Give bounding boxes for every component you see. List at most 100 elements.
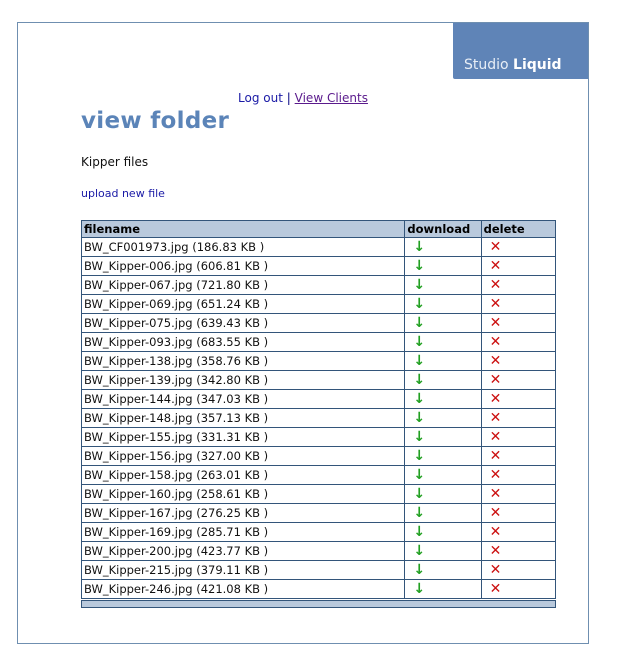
delete-cell: ✕ — [481, 579, 555, 598]
delete-x-icon[interactable]: ✕ — [490, 506, 502, 520]
filename-cell: BW_Kipper-075.jpg (639.43 KB ) — [82, 313, 406, 332]
download-cell: ↓ — [405, 446, 482, 465]
view-clients-link[interactable]: View Clients — [295, 91, 368, 105]
download-cell: ↓ — [405, 351, 482, 370]
brand-prefix: Studio — [464, 57, 509, 73]
filename-cell: BW_Kipper-215.jpg (379.11 KB ) — [82, 560, 406, 579]
table-row: BW_Kipper-069.jpg (651.24 KB ) ↓ ✕ — [82, 294, 555, 313]
studio-liquid-logo: Studio Liquid — [453, 23, 588, 79]
filename-header: filename — [82, 221, 406, 238]
page-title: view folder — [81, 108, 230, 134]
delete-cell: ✕ — [481, 313, 555, 332]
brand-name: Liquid — [513, 57, 562, 73]
delete-header: delete — [481, 221, 555, 238]
filename-cell: BW_Kipper-167.jpg (276.25 KB ) — [82, 503, 406, 522]
delete-x-icon[interactable]: ✕ — [490, 297, 502, 311]
download-cell: ↓ — [405, 294, 482, 313]
download-cell: ↓ — [405, 408, 482, 427]
delete-x-icon[interactable]: ✕ — [490, 316, 502, 330]
delete-x-icon[interactable]: ✕ — [490, 240, 502, 254]
table-header-row: filename download delete — [82, 221, 555, 238]
download-arrow-icon[interactable]: ↓ — [413, 544, 425, 558]
download-cell: ↓ — [405, 427, 482, 446]
download-arrow-icon[interactable]: ↓ — [413, 316, 425, 330]
delete-x-icon[interactable]: ✕ — [490, 563, 502, 577]
delete-cell: ✕ — [481, 503, 555, 522]
download-arrow-icon[interactable]: ↓ — [413, 335, 425, 349]
delete-x-icon[interactable]: ✕ — [490, 487, 502, 501]
filename-cell: BW_Kipper-169.jpg (285.71 KB ) — [82, 522, 406, 541]
download-arrow-icon[interactable]: ↓ — [413, 392, 425, 406]
delete-cell: ✕ — [481, 446, 555, 465]
download-arrow-icon[interactable]: ↓ — [413, 297, 425, 311]
download-arrow-icon[interactable]: ↓ — [413, 449, 425, 463]
filename-cell: BW_Kipper-246.jpg (421.08 KB ) — [82, 579, 406, 598]
table-footer-bar — [81, 600, 556, 608]
download-arrow-icon[interactable]: ↓ — [413, 563, 425, 577]
delete-x-icon[interactable]: ✕ — [490, 449, 502, 463]
delete-x-icon[interactable]: ✕ — [490, 525, 502, 539]
delete-cell: ✕ — [481, 389, 555, 408]
files-table: filename download delete BW_CF001973.jpg… — [81, 220, 556, 599]
download-header: download — [405, 221, 482, 238]
delete-x-icon[interactable]: ✕ — [490, 259, 502, 273]
filename-cell: BW_Kipper-006.jpg (606.81 KB ) — [82, 256, 406, 275]
delete-cell: ✕ — [481, 275, 555, 294]
download-cell: ↓ — [405, 560, 482, 579]
filename-cell: BW_Kipper-093.jpg (683.55 KB ) — [82, 332, 406, 351]
download-cell: ↓ — [405, 238, 482, 256]
delete-cell: ✕ — [481, 465, 555, 484]
filename-cell: BW_CF001973.jpg (186.83 KB ) — [82, 238, 406, 256]
table-row: BW_Kipper-139.jpg (342.80 KB ) ↓ ✕ — [82, 370, 555, 389]
delete-x-icon[interactable]: ✕ — [490, 392, 502, 406]
download-arrow-icon[interactable]: ↓ — [413, 487, 425, 501]
delete-x-icon[interactable]: ✕ — [490, 278, 502, 292]
delete-x-icon[interactable]: ✕ — [490, 582, 502, 596]
download-arrow-icon[interactable]: ↓ — [413, 354, 425, 368]
filename-cell: BW_Kipper-148.jpg (357.13 KB ) — [82, 408, 406, 427]
table-row: BW_Kipper-156.jpg (327.00 KB ) ↓ ✕ — [82, 446, 555, 465]
delete-x-icon[interactable]: ✕ — [490, 544, 502, 558]
delete-x-icon[interactable]: ✕ — [490, 468, 502, 482]
table-row: BW_Kipper-200.jpg (423.77 KB ) ↓ ✕ — [82, 541, 555, 560]
nav-separator: | — [286, 91, 291, 105]
download-arrow-icon[interactable]: ↓ — [413, 582, 425, 596]
delete-x-icon[interactable]: ✕ — [490, 354, 502, 368]
download-arrow-icon[interactable]: ↓ — [413, 278, 425, 292]
delete-x-icon[interactable]: ✕ — [490, 335, 502, 349]
table-row: BW_Kipper-144.jpg (347.03 KB ) ↓ ✕ — [82, 389, 555, 408]
table-row: BW_Kipper-148.jpg (357.13 KB ) ↓ ✕ — [82, 408, 555, 427]
download-cell: ↓ — [405, 332, 482, 351]
download-cell: ↓ — [405, 313, 482, 332]
download-arrow-icon[interactable]: ↓ — [413, 373, 425, 387]
download-arrow-icon[interactable]: ↓ — [413, 430, 425, 444]
filename-cell: BW_Kipper-160.jpg (258.61 KB ) — [82, 484, 406, 503]
download-arrow-icon[interactable]: ↓ — [413, 506, 425, 520]
table-row: BW_Kipper-006.jpg (606.81 KB ) ↓ ✕ — [82, 256, 555, 275]
download-cell: ↓ — [405, 522, 482, 541]
page-frame: Studio Liquid Log out | View Clients vie… — [17, 22, 589, 644]
delete-x-icon[interactable]: ✕ — [490, 373, 502, 387]
table-row: BW_Kipper-093.jpg (683.55 KB ) ↓ ✕ — [82, 332, 555, 351]
filename-cell: BW_Kipper-069.jpg (651.24 KB ) — [82, 294, 406, 313]
delete-x-icon[interactable]: ✕ — [490, 430, 502, 444]
folder-name: Kipper files — [81, 155, 149, 169]
delete-x-icon[interactable]: ✕ — [490, 411, 502, 425]
filename-cell: BW_Kipper-156.jpg (327.00 KB ) — [82, 446, 406, 465]
download-arrow-icon[interactable]: ↓ — [413, 468, 425, 482]
table-row: BW_Kipper-067.jpg (721.80 KB ) ↓ ✕ — [82, 275, 555, 294]
upload-new-file-link[interactable]: upload new file — [81, 187, 165, 200]
table-row: BW_Kipper-160.jpg (258.61 KB ) ↓ ✕ — [82, 484, 555, 503]
filename-cell: BW_Kipper-144.jpg (347.03 KB ) — [82, 389, 406, 408]
logout-link[interactable]: Log out — [238, 91, 283, 105]
table-row: BW_CF001973.jpg (186.83 KB ) ↓ ✕ — [82, 238, 555, 256]
delete-cell: ✕ — [481, 370, 555, 389]
delete-cell: ✕ — [481, 408, 555, 427]
download-arrow-icon[interactable]: ↓ — [413, 259, 425, 273]
table-row: BW_Kipper-246.jpg (421.08 KB ) ↓ ✕ — [82, 579, 555, 598]
download-cell: ↓ — [405, 503, 482, 522]
download-arrow-icon[interactable]: ↓ — [413, 411, 425, 425]
download-arrow-icon[interactable]: ↓ — [413, 240, 425, 254]
download-arrow-icon[interactable]: ↓ — [413, 525, 425, 539]
table-row: BW_Kipper-215.jpg (379.11 KB ) ↓ ✕ — [82, 560, 555, 579]
